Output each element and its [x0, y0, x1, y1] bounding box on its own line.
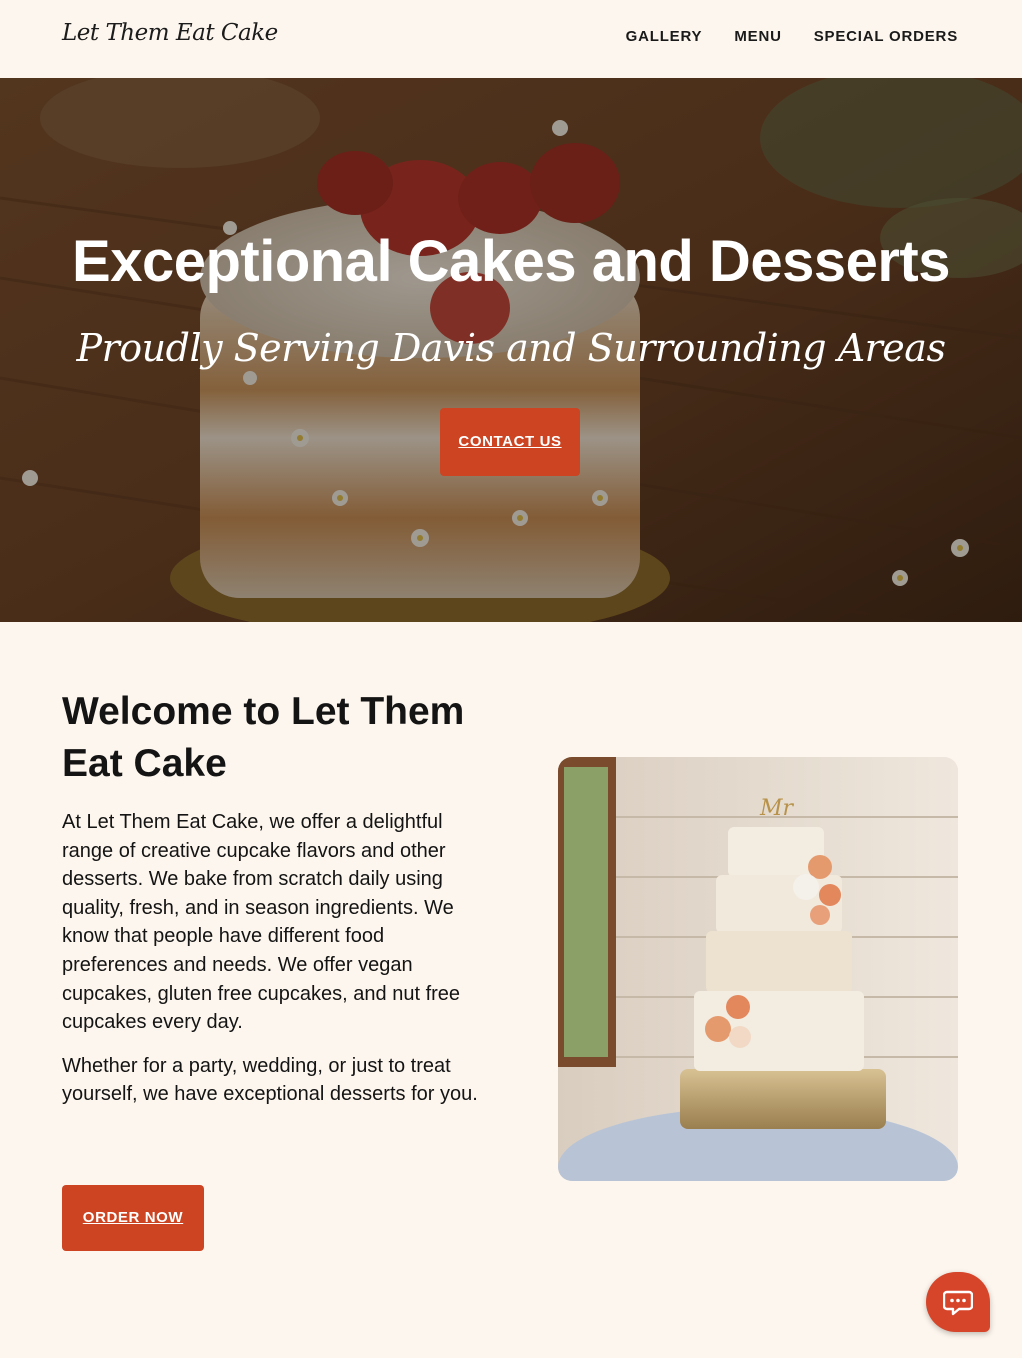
nav-item-gallery[interactable]: GALLERY: [626, 28, 703, 45]
site-logo[interactable]: Let Them Eat Cake: [62, 20, 278, 46]
hero-subtitle: Proudly Serving Davis and Surrounding Ar…: [76, 326, 946, 370]
welcome-paragraph: At Let Them Eat Cake, we offer a delight…: [62, 811, 461, 1034]
wedding-cake-photo: Mr: [558, 757, 958, 1181]
chat-bubble-icon: [943, 1290, 973, 1316]
nav-item-menu[interactable]: MENU: [734, 28, 781, 45]
chat-button[interactable]: [926, 1272, 990, 1332]
hero-title: Exceptional Cakes and Desserts: [72, 229, 950, 294]
hero-section: Exceptional Cakes and Desserts Proudly S…: [0, 78, 1022, 622]
site-header: Let Them Eat Cake GALLERY MENU SPECIAL O…: [0, 0, 1022, 78]
nav-item-special-orders[interactable]: SPECIAL ORDERS: [814, 28, 958, 45]
svg-text:Mr: Mr: [759, 796, 795, 821]
main-nav: GALLERY MENU SPECIAL ORDERS: [626, 28, 958, 45]
welcome-body: At Let Them Eat Cake, we offer a delight…: [62, 808, 482, 1124]
welcome-paragraph: Whether for a party, wedding, or just to…: [62, 1054, 478, 1106]
order-now-button[interactable]: ORDER NOW: [62, 1185, 204, 1251]
welcome-title: Welcome to Let Them Eat Cake: [62, 690, 465, 785]
contact-us-button[interactable]: CONTACT US: [440, 408, 580, 476]
